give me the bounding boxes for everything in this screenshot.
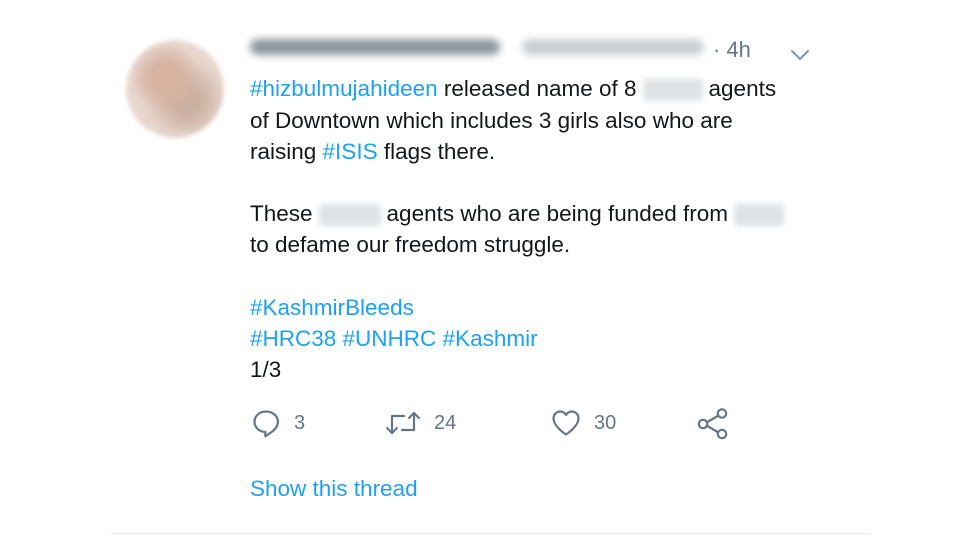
- reply-icon: [253, 410, 279, 438]
- redacted-word: [642, 79, 703, 102]
- retweet-count: 24: [434, 411, 457, 434]
- share-button[interactable]: [696, 403, 730, 443]
- reply-button[interactable]: 3: [250, 403, 305, 443]
- tweet-text-line-5: to defame our freedom struggle.: [250, 232, 571, 257]
- handle-blurred: [522, 39, 704, 55]
- retweet-icon: [385, 411, 421, 435]
- tweet-text: flags there.: [383, 139, 496, 164]
- show-thread-link[interactable]: Show this thread: [250, 474, 418, 504]
- redacted-word: [318, 204, 381, 227]
- heart-icon: [552, 410, 580, 436]
- thread-position: 1/3: [250, 357, 282, 382]
- divider: [110, 533, 870, 534]
- chevron-down-icon[interactable]: [789, 47, 811, 63]
- reply-count: 3: [294, 411, 306, 434]
- like-count: 30: [594, 411, 617, 434]
- like-button[interactable]: 30: [550, 403, 616, 443]
- retweet-button[interactable]: 24: [384, 403, 456, 443]
- tweet: · 4h #hizbulmujahideen released name of …: [0, 0, 970, 545]
- tweet-text: These: [250, 201, 313, 226]
- author-name-redacted[interactable]: [250, 34, 710, 60]
- tweet-text: raising: [250, 139, 317, 164]
- share-icon: [697, 408, 728, 440]
- hashtag-link[interactable]: #KashmirBleeds: [250, 293, 414, 323]
- tweet-text-line-3: raising #ISIS flags there.: [250, 137, 495, 167]
- tweet-actions: 3 24 30: [250, 403, 770, 443]
- tweet-text-line-4: These agents who are being funded from: [250, 199, 790, 229]
- hashtag-links[interactable]: #HRC38 #UNHRC #Kashmir: [250, 324, 538, 354]
- tweet-text-line-2: of Downtown which includes 3 girls also …: [250, 108, 733, 133]
- avatar[interactable]: [126, 40, 224, 138]
- hashtag-link[interactable]: #ISIS: [323, 139, 378, 164]
- tweet-text-line-1: #hizbulmujahideen released name of 8 agen…: [250, 74, 776, 104]
- redacted-word: [734, 204, 785, 227]
- timestamp[interactable]: · 4h: [713, 37, 751, 63]
- tweet-text: agents who are being funded from: [386, 201, 729, 226]
- display-name-blurred: [250, 39, 500, 55]
- hashtag-link[interactable]: #hizbulmujahideen: [250, 76, 438, 101]
- tweet-text: agents: [708, 76, 777, 101]
- tweet-text: released name of 8: [443, 76, 637, 101]
